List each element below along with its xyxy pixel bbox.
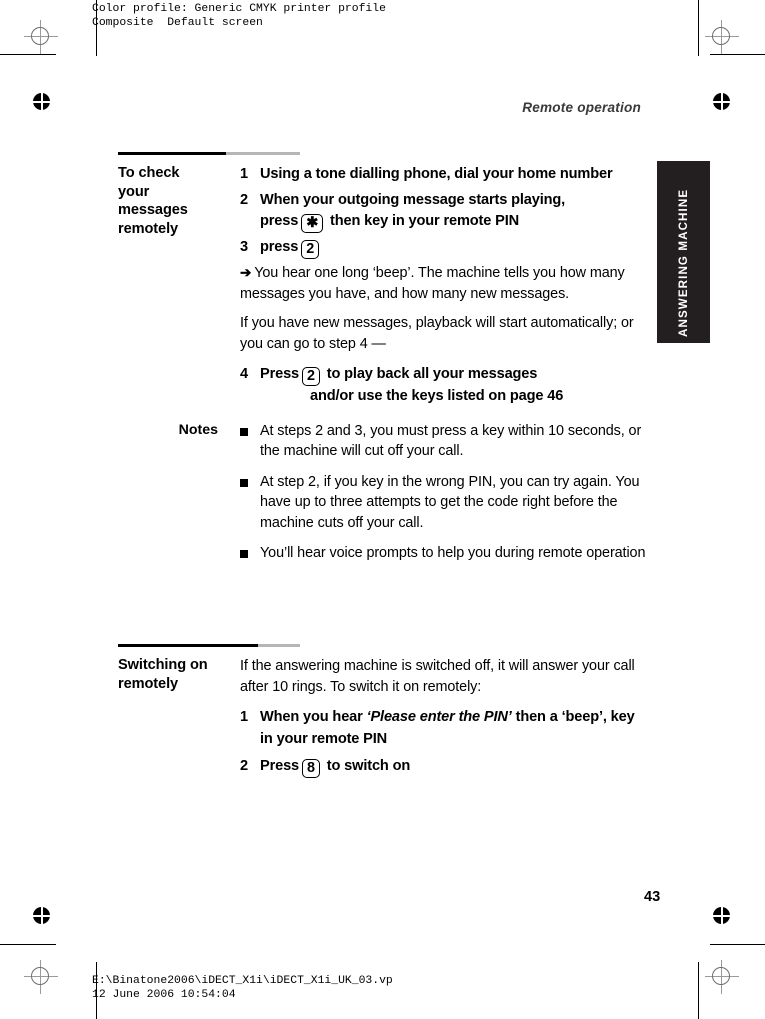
manual-page: Color profile: Generic CMYK printer prof…	[0, 0, 765, 1019]
crop-line-right-bottom	[710, 944, 765, 946]
keycap-star[interactable]: ✱	[301, 214, 324, 234]
section-heading: Switching on remotely	[118, 657, 208, 692]
step-number: 1	[240, 709, 249, 726]
step-text-segment: to play back all your messages	[326, 366, 538, 383]
step-number: 4	[240, 366, 249, 383]
notes-label: Notes	[178, 421, 218, 438]
square-bullet-icon	[240, 472, 260, 487]
registration-crosshair-icon	[24, 960, 58, 994]
step-text-segment: press	[260, 239, 299, 256]
step-text-segment: then key in your remote PIN	[330, 213, 519, 230]
chapter-thumb-tab-label: ANSWERING MACHINE	[677, 188, 690, 337]
step-number: 2	[240, 758, 249, 775]
step-text: Using a tone dialling phone, dial your h…	[260, 164, 648, 186]
list-item: At step 2, if you key in the wrong PIN, …	[240, 472, 648, 534]
crop-line-right-top	[710, 54, 765, 56]
step-text-segment: Using a tone dialling phone, dial your h…	[260, 166, 613, 183]
page-number: 43	[644, 889, 661, 905]
step-text-segment: to switch on	[326, 758, 411, 775]
step-number: 3	[240, 239, 249, 256]
step-number: 1	[240, 166, 249, 183]
list-item: At steps 2 and 3, you must press a key w…	[240, 421, 648, 462]
running-head: Remote operation	[522, 100, 641, 115]
step-text-segment: Press	[260, 366, 300, 383]
file-path-footer: E:\Binatone2006\iDECT_X1i\iDECT_X1i_UK_0…	[92, 975, 393, 1001]
list-item-text: At step 2, if you key in the wrong PIN, …	[260, 473, 640, 531]
section-heading: To check your messages remotely	[118, 165, 188, 237]
crop-line-left-top	[0, 54, 56, 56]
result-note: ➔ You hear one long ‘beep’. The machine t…	[240, 263, 648, 304]
crop-line-left-bottom	[0, 944, 56, 946]
chapter-thumb-tab: ANSWERING MACHINE	[657, 161, 710, 343]
registration-bullseye-icon	[711, 91, 732, 112]
list-item: You’ll hear voice prompts to help you du…	[240, 543, 648, 564]
step-text: Press 2 to play back all your messages and…	[260, 364, 648, 408]
section-body: If the answering machine is switched off…	[240, 656, 648, 782]
step-text-segment: When you hear	[260, 709, 367, 726]
step-text-line2: and/or use the keys listed on page 46	[310, 388, 564, 405]
section-heading-column: To check your messages remotely	[118, 164, 240, 238]
registration-crosshair-icon	[705, 960, 739, 994]
page-content: To check your messages remotely 1 Using a t…	[118, 152, 648, 782]
registration-crosshair-icon	[705, 20, 739, 54]
registration-bullseye-icon	[31, 91, 52, 112]
crop-line-top-right	[698, 0, 700, 56]
section-rule	[118, 152, 300, 156]
registration-bullseye-icon	[31, 905, 52, 926]
keycap-2[interactable]: 2	[302, 367, 320, 387]
arrow-right-icon: ➔	[240, 265, 252, 281]
keycap-2[interactable]: 2	[301, 240, 320, 260]
result-note-text: You hear one long ‘beep’. The machine te…	[240, 265, 625, 302]
square-bullet-icon	[240, 421, 260, 436]
registration-crosshair-icon	[24, 20, 58, 54]
square-bullet-icon	[240, 543, 260, 559]
follow-paragraph: If you have new messages, playback will …	[240, 315, 634, 352]
crop-line-bottom-right	[698, 962, 700, 1019]
step-text: Press 8 to switch on	[260, 756, 648, 779]
step-item: 2 When your outgoing message starts play…	[240, 190, 648, 234]
step-item: 1 When you hear ‘Please enter the PIN’ t…	[240, 707, 648, 750]
step-item: 1 Using a tone dialling phone, dial your…	[240, 164, 648, 186]
step-text: When you hear ‘Please enter the PIN’ the…	[260, 707, 648, 750]
section-intro: If the answering machine is switched off…	[240, 658, 635, 695]
notes-list: At steps 2 and 3, you must press a key w…	[240, 421, 648, 574]
step-item: 2 Press 8 to switch on	[240, 756, 648, 779]
step-text: press 2	[260, 237, 648, 260]
step-text-segment: Press	[260, 758, 300, 775]
notes-block: Notes At steps 2 and 3, you must press a…	[118, 421, 648, 574]
registration-bullseye-icon	[711, 905, 732, 926]
keycap-8[interactable]: 8	[302, 759, 320, 779]
section-check-messages: To check your messages remotely 1 Using a t…	[118, 152, 648, 574]
step-text: When your outgoing message starts playin…	[260, 191, 566, 234]
section-rule	[118, 643, 300, 648]
section-body: 1 Using a tone dialling phone, dial your…	[240, 164, 648, 412]
step-number: 2	[240, 191, 249, 208]
section-switching-on: Switching on remotely If the answering ma…	[118, 643, 648, 782]
color-profile-header: Color profile: Generic CMYK printer prof…	[92, 3, 386, 29]
step-item: 3 press 2	[240, 237, 648, 260]
step-item: 4 Press 2 to play back all your messages a…	[240, 364, 648, 408]
step-text-prompt: ‘Please enter the PIN’	[366, 709, 512, 726]
list-item-text: At steps 2 and 3, you must press a key w…	[260, 422, 642, 460]
list-item-text: You’ll hear voice prompts to help you du…	[260, 545, 646, 562]
section-heading-column: Switching on remotely	[118, 656, 240, 693]
notes-label-column: Notes	[118, 421, 240, 439]
